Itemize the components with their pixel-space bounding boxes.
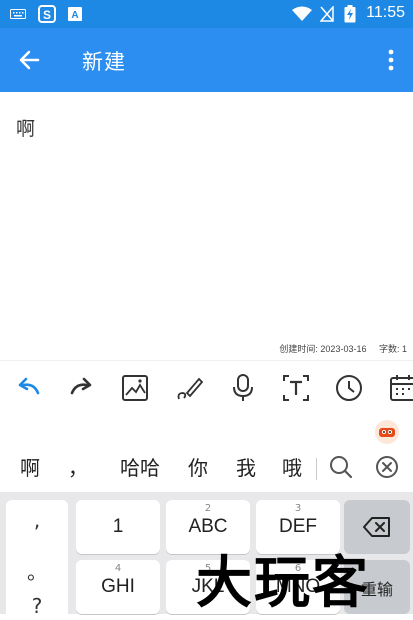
arrow-left-icon[interactable] bbox=[16, 46, 46, 74]
calendar-icon[interactable] bbox=[388, 373, 413, 403]
candidate-item[interactable]: 你 bbox=[188, 452, 208, 481]
no-signal-icon bbox=[320, 6, 334, 22]
note-content[interactable]: 啊 bbox=[16, 114, 35, 141]
wifi-icon bbox=[292, 6, 312, 21]
text-format-icon[interactable] bbox=[281, 373, 311, 403]
page-title: 新建 bbox=[82, 50, 126, 74]
candidate-divider bbox=[316, 458, 317, 480]
more-vertical-icon[interactable] bbox=[381, 46, 401, 74]
draw-icon[interactable] bbox=[175, 373, 205, 403]
app-s-icon: S bbox=[38, 5, 56, 23]
ime-candidate-bar: 啊 ， 哈哈 你 我 哦 bbox=[0, 416, 413, 492]
word-count: 字数: 1 bbox=[378, 344, 407, 354]
svg-text:S: S bbox=[43, 8, 51, 22]
battery-charging-icon bbox=[344, 5, 356, 23]
keyboard-icon bbox=[10, 9, 26, 19]
punct-key[interactable]: 。 bbox=[6, 556, 68, 585]
candidate-item[interactable]: 我 bbox=[236, 452, 256, 481]
status-bar: S A 11:55 bbox=[0, 0, 413, 28]
undo-icon[interactable] bbox=[14, 373, 44, 403]
app-bar: 新建 bbox=[0, 28, 413, 92]
backspace-icon bbox=[363, 517, 390, 537]
svg-text:A: A bbox=[71, 10, 78, 21]
key-1[interactable]: 1 bbox=[76, 500, 160, 554]
candidate-item[interactable]: 哦 bbox=[282, 452, 302, 481]
app-a-icon: A bbox=[68, 7, 82, 21]
candidate-item[interactable]: 啊 bbox=[20, 452, 40, 481]
created-time: 创建时间: 2023-03-16 bbox=[279, 344, 367, 354]
punct-key[interactable]: ? bbox=[6, 594, 68, 618]
image-icon[interactable] bbox=[120, 373, 150, 403]
candidate-item[interactable]: ， bbox=[68, 452, 88, 481]
ime-mascot-icon[interactable] bbox=[375, 420, 399, 444]
candidate-list: 啊 ， 哈哈 你 我 哦 bbox=[0, 452, 413, 484]
note-editor[interactable]: 啊 创建时间: 2023-03-16 字数: 1 bbox=[0, 92, 413, 360]
candidate-item[interactable]: 哈哈 bbox=[120, 452, 160, 481]
punctuation-column[interactable]: , 。 ? bbox=[6, 500, 68, 620]
redo-icon[interactable] bbox=[66, 373, 96, 403]
key-4-ghi[interactable]: 4 GHI bbox=[76, 560, 160, 614]
clock-icon[interactable] bbox=[334, 373, 364, 403]
punct-key[interactable]: , bbox=[6, 508, 68, 532]
note-meta: 创建时间: 2023-03-16 字数: 1 bbox=[269, 342, 407, 355]
editor-toolbar bbox=[0, 360, 413, 416]
close-circle-icon[interactable] bbox=[374, 454, 400, 480]
status-time: 11:55 bbox=[366, 4, 405, 21]
watermark-logo: 大玩客 bbox=[196, 550, 370, 616]
search-icon[interactable] bbox=[328, 454, 354, 480]
microphone-icon[interactable] bbox=[228, 373, 258, 403]
